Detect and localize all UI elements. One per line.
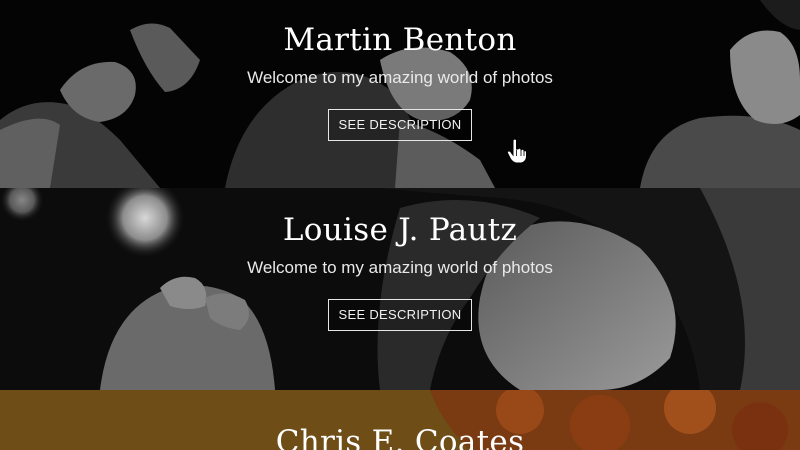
profile-tagline: Welcome to my amazing world of photos <box>247 68 553 87</box>
profile-name: Chris E. Coates <box>275 424 525 450</box>
profile-section-louise-pautz: Louise J. Pautz Welcome to my amazing wo… <box>0 188 800 390</box>
profile-tagline: Welcome to my amazing world of photos <box>247 258 553 277</box>
profile-name: Martin Benton <box>283 22 517 58</box>
see-description-button[interactable]: SEE DESCRIPTION <box>327 299 473 331</box>
see-description-button[interactable]: SEE DESCRIPTION <box>327 109 473 141</box>
profile-header: Louise J. Pautz Welcome to my amazing wo… <box>0 212 800 331</box>
profile-header: Martin Benton Welcome to my amazing worl… <box>0 22 800 141</box>
profile-header: Chris E. Coates <box>0 424 800 450</box>
hand-pointer-icon <box>506 138 527 164</box>
profile-section-chris-coates: Chris E. Coates <box>0 390 800 450</box>
profile-name: Louise J. Pautz <box>282 212 518 248</box>
profile-section-martin-benton: Martin Benton Welcome to my amazing worl… <box>0 0 800 188</box>
